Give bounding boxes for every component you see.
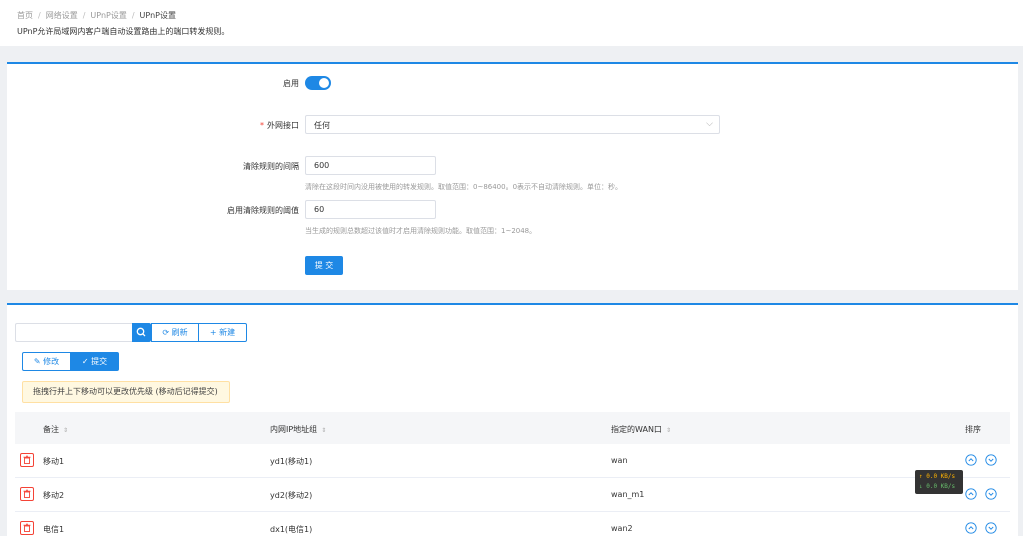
wan-select[interactable]: 任何 ⌵ bbox=[305, 115, 720, 134]
delete-button[interactable] bbox=[20, 521, 34, 535]
clean-interval-input[interactable]: 600 bbox=[305, 156, 436, 175]
wan-cell: wan_m1 bbox=[611, 490, 645, 499]
remark-cell: 移动1 bbox=[43, 457, 65, 466]
rules-card: ⟳ 刷新 + 新建 ✎ 修改 ✓ 提交 拖拽行并上下移动可以更改优先级 (移动后… bbox=[7, 303, 1018, 536]
col-wan[interactable]: 指定的WAN口 ⇕ bbox=[611, 424, 671, 435]
breadcrumb-upnp[interactable]: UPnP设置 bbox=[90, 11, 126, 20]
chevron-down-icon: ⌵ bbox=[706, 119, 713, 129]
threshold-input[interactable]: 60 bbox=[305, 200, 436, 219]
ip-group-cell: yd2(移动2) bbox=[270, 491, 313, 500]
sort-icon: ⇕ bbox=[665, 427, 671, 434]
download-speed: ↓ 0.0 KB/s bbox=[919, 483, 956, 490]
edit-button[interactable]: ✎ 修改 bbox=[22, 352, 71, 371]
remark-cell: 移动2 bbox=[43, 491, 65, 500]
wan-cell: wan2 bbox=[611, 524, 633, 533]
col-remark[interactable]: 备注 ⇕ bbox=[43, 424, 68, 435]
check-icon: ✓ bbox=[81, 357, 89, 366]
sort-icon: ⇕ bbox=[321, 427, 327, 434]
ip-group-cell: dx1(电信1) bbox=[270, 525, 313, 534]
delete-button[interactable] bbox=[20, 453, 34, 467]
move-up-icon[interactable] bbox=[965, 522, 977, 534]
col-order: 排序 bbox=[965, 425, 981, 434]
commit-button[interactable]: ✓ 提交 bbox=[70, 352, 119, 371]
breadcrumb-home[interactable]: 首页 bbox=[17, 11, 33, 20]
breadcrumb-current: UPnP设置 bbox=[139, 11, 176, 20]
search-input[interactable] bbox=[15, 323, 132, 342]
upload-speed: ↑ 0.0 KB/s bbox=[919, 473, 956, 480]
delete-button[interactable] bbox=[20, 487, 34, 501]
table-row[interactable]: 移动2 yd2(移动2) wan_m1 bbox=[15, 478, 1010, 512]
pencil-icon: ✎ bbox=[33, 357, 41, 366]
plus-icon: + bbox=[209, 328, 217, 337]
speed-indicator: ↑ 0.0 KB/s ↓ 0.0 KB/s bbox=[915, 470, 963, 494]
move-up-icon[interactable] bbox=[965, 454, 977, 466]
table-row[interactable]: 移动1 yd1(移动1) wan bbox=[15, 444, 1010, 478]
remark-cell: 电信1 bbox=[43, 525, 65, 534]
wan-cell: wan bbox=[611, 456, 628, 465]
clean-interval-hint: 清除在这段时间内没用被使用的转发规则。取值范围：0~86400。0表示不自动清除… bbox=[305, 183, 623, 191]
clean-interval-label: 清除规则的间隔 bbox=[243, 162, 299, 171]
enable-toggle[interactable] bbox=[305, 76, 331, 90]
wan-label: * 外网接口 bbox=[260, 121, 299, 130]
move-up-icon[interactable] bbox=[965, 488, 977, 500]
threshold-label: 启用清除规则的阈值 bbox=[227, 206, 299, 215]
trash-icon bbox=[23, 455, 31, 464]
enable-label: 启用 bbox=[283, 79, 299, 88]
breadcrumb-network[interactable]: 网络设置 bbox=[46, 11, 78, 20]
submit-button[interactable]: 提 交 bbox=[305, 256, 343, 275]
sort-icon: ⇕ bbox=[63, 427, 69, 434]
search-icon bbox=[136, 327, 146, 337]
move-down-icon[interactable] bbox=[985, 454, 997, 466]
settings-card: 启用 * 外网接口 任何 ⌵ 清除规则的间隔 600 清除在这段时间内没用被使用的… bbox=[7, 62, 1018, 290]
refresh-button[interactable]: ⟳ 刷新 bbox=[151, 323, 199, 342]
breadcrumb: 首页 / 网络设置 / UPnP设置 / UPnP设置 bbox=[17, 11, 176, 20]
trash-icon bbox=[23, 523, 31, 532]
refresh-icon: ⟳ bbox=[162, 328, 170, 337]
threshold-hint: 当生成的规则总数超过该值时才启用清除规则功能。取值范围：1~2048。 bbox=[305, 227, 537, 235]
search-button[interactable] bbox=[132, 323, 151, 342]
page-header: 首页 / 网络设置 / UPnP设置 / UPnP设置 UPnP允许局域网内客户端自动设置路… bbox=[0, 0, 1023, 46]
col-ip-group[interactable]: 内网IP地址组 ⇕ bbox=[270, 424, 326, 435]
ip-group-cell: yd1(移动1) bbox=[270, 457, 313, 466]
trash-icon bbox=[23, 489, 31, 498]
notice-banner: 拖拽行并上下移动可以更改优先级 (移动后记得提交) bbox=[22, 381, 230, 403]
wan-select-value: 任何 bbox=[314, 121, 330, 130]
page-description: UPnP允许局域网内客户端自动设置路由上的端口转发规则。 bbox=[17, 27, 230, 36]
table-row[interactable]: 电信1 dx1(电信1) wan2 bbox=[15, 512, 1010, 536]
new-button[interactable]: + 新建 bbox=[198, 323, 247, 342]
move-down-icon[interactable] bbox=[985, 522, 997, 534]
table-header: 备注 ⇕ 内网IP地址组 ⇕ 指定的WAN口 ⇕ 排序 bbox=[15, 412, 1010, 444]
move-down-icon[interactable] bbox=[985, 488, 997, 500]
